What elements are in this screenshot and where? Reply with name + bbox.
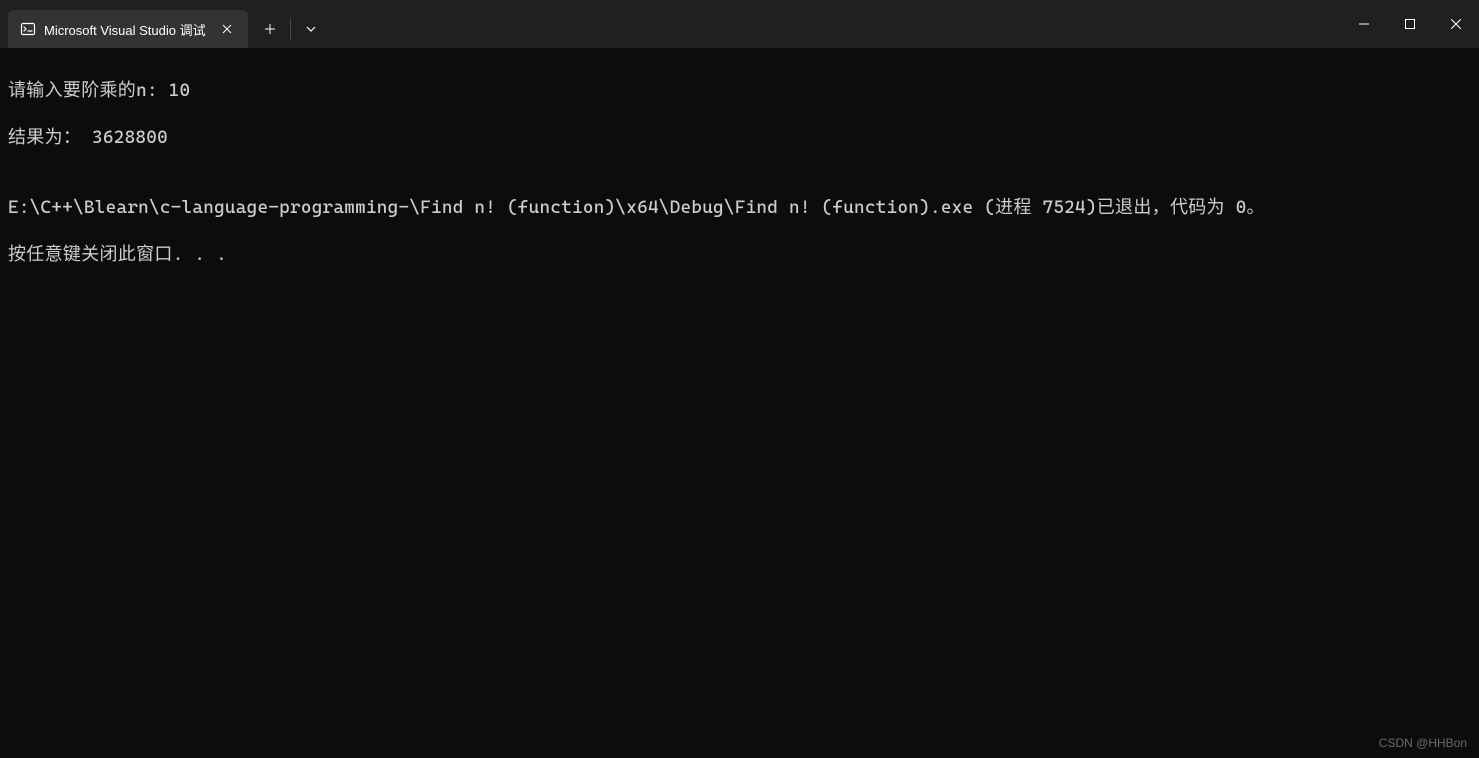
- output-line: 请输入要阶乘的n: 10: [8, 79, 1471, 102]
- tab-divider: [290, 18, 291, 40]
- tab-close-button[interactable]: [218, 20, 236, 38]
- window-controls: [1341, 0, 1479, 48]
- tab-active[interactable]: Microsoft Visual Studio 调试: [8, 10, 248, 48]
- terminal-output[interactable]: 请输入要阶乘的n: 10 结果为： 3628800 E:\C++\Blearn\…: [0, 48, 1479, 298]
- minimize-button[interactable]: [1341, 8, 1387, 40]
- tab-dropdown-button[interactable]: [293, 10, 329, 48]
- tab-actions: [252, 10, 329, 48]
- tab-title: Microsoft Visual Studio 调试: [44, 20, 210, 39]
- output-line: 结果为： 3628800: [8, 126, 1471, 149]
- new-tab-button[interactable]: [252, 10, 288, 48]
- maximize-button[interactable]: [1387, 8, 1433, 40]
- titlebar: Microsoft Visual Studio 调试: [0, 0, 1479, 48]
- titlebar-left: Microsoft Visual Studio 调试: [0, 0, 329, 48]
- output-line: E:\C++\Blearn\c-language-programming-\Fi…: [8, 196, 1471, 219]
- terminal-icon: [20, 21, 36, 37]
- output-line: 按任意键关闭此窗口. . .: [8, 243, 1471, 266]
- close-window-button[interactable]: [1433, 8, 1479, 40]
- watermark: CSDN @HHBon: [1379, 736, 1467, 750]
